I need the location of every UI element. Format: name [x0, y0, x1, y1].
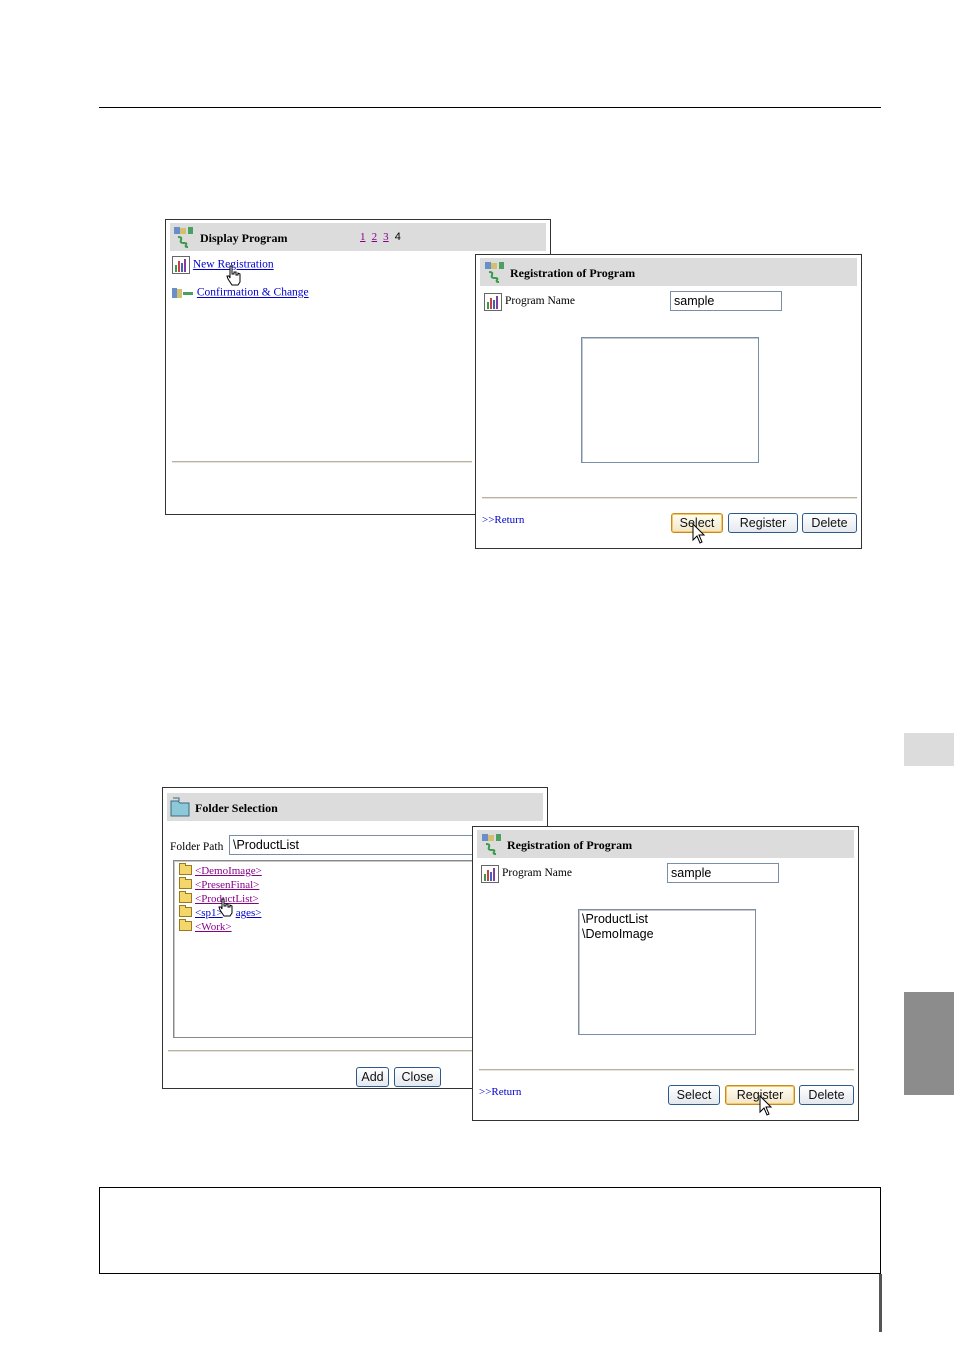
tree-item[interactable]: <DemoImage>: [179, 863, 262, 878]
page-link-1[interactable]: 1: [360, 231, 366, 243]
tree-item-link[interactable]: ages>: [236, 907, 262, 919]
tree-item[interactable]: <ProductList>: [179, 891, 262, 906]
chart-icon: [481, 865, 499, 883]
register-button[interactable]: Register: [725, 1085, 795, 1105]
window-title: Registration of Program: [507, 838, 633, 852]
window-title: Folder Selection: [195, 801, 278, 815]
page-link-2[interactable]: 2: [372, 231, 378, 243]
divider: [172, 461, 472, 463]
page-link-3[interactable]: 3: [383, 231, 389, 243]
tree-item[interactable]: <Work>: [179, 919, 262, 934]
folder-icon: [179, 877, 192, 889]
program-icon: [485, 262, 504, 283]
program-list-box[interactable]: \ProductList \DemoImage: [578, 909, 756, 1035]
program-name-label: Program Name: [502, 867, 572, 879]
registration-window-2: Registration of Program Program Name sam…: [472, 826, 859, 1121]
page-top-rule: [99, 107, 881, 108]
select-button[interactable]: Select: [671, 513, 723, 533]
folder-path-input[interactable]: \ProductList: [229, 835, 479, 855]
divider: [482, 497, 857, 499]
tree-item[interactable]: <sp1> ages>: [179, 905, 262, 920]
titlebar: Display Program 1 2 3 4: [170, 223, 546, 251]
new-registration-row: New Registration: [172, 256, 274, 274]
program-name-input[interactable]: sample: [670, 291, 782, 311]
delete-button[interactable]: Delete: [799, 1085, 854, 1105]
return-link[interactable]: >>Return: [482, 514, 524, 526]
program-icon: [174, 227, 193, 248]
delete-button[interactable]: Delete: [802, 513, 857, 533]
confirmation-change-link[interactable]: Confirmation & Change: [197, 287, 309, 299]
confirmation-row: Confirmation & Change: [172, 286, 309, 300]
tree-item-link[interactable]: <sp1>: [195, 907, 223, 919]
folder-icon: [170, 797, 190, 817]
titlebar: Folder Selection: [167, 793, 543, 821]
divider: [168, 1050, 473, 1052]
pagination: 1 2 3 4: [360, 231, 401, 243]
folder-icon: [179, 905, 192, 917]
add-button[interactable]: Add: [356, 1067, 389, 1087]
program-name-label: Program Name: [505, 295, 575, 307]
select-button[interactable]: Select: [668, 1085, 720, 1105]
list-item[interactable]: \ProductList: [582, 912, 752, 927]
new-registration-link[interactable]: New Registration: [193, 259, 274, 271]
titlebar: Registration of Program: [477, 830, 854, 858]
folder-icon: [179, 919, 192, 931]
return-link[interactable]: >>Return: [479, 1086, 521, 1098]
program-name-input[interactable]: sample: [667, 863, 779, 883]
register-button[interactable]: Register: [728, 513, 798, 533]
divider: [479, 1069, 854, 1071]
folder-path-label: Folder Path: [170, 841, 224, 853]
side-tab-active: [904, 992, 954, 1095]
program-icon: [482, 834, 501, 855]
program-list-icon: [172, 288, 193, 298]
registration-window-1: Registration of Program Program Name sam…: [475, 254, 862, 549]
folder-icon: [179, 891, 192, 903]
list-item[interactable]: \DemoImage: [582, 927, 752, 942]
tree-item[interactable]: <PresenFinal>: [179, 877, 262, 892]
folder-tree: <DemoImage> <PresenFinal> <ProductList> …: [173, 860, 474, 1038]
note-box: [99, 1187, 881, 1274]
page-edge-bar: [879, 1274, 882, 1332]
titlebar: Registration of Program: [480, 258, 857, 286]
side-tab: [904, 733, 954, 766]
tree-list: <DemoImage> <PresenFinal> <ProductList> …: [179, 863, 262, 934]
close-button[interactable]: Close: [394, 1067, 441, 1087]
folder-icon: [179, 863, 192, 875]
tree-item-link[interactable]: <Work>: [195, 921, 232, 933]
chart-icon: [172, 256, 190, 274]
tree-item-link[interactable]: <DemoImage>: [195, 865, 262, 877]
chart-icon: [484, 293, 502, 311]
program-list-box[interactable]: [581, 337, 759, 463]
window-title: Display Program: [200, 231, 288, 245]
tree-item-link[interactable]: <PresenFinal>: [195, 879, 259, 891]
tree-item-link[interactable]: <ProductList>: [195, 893, 259, 905]
window-title: Registration of Program: [510, 266, 636, 280]
current-page: 4: [394, 231, 401, 243]
